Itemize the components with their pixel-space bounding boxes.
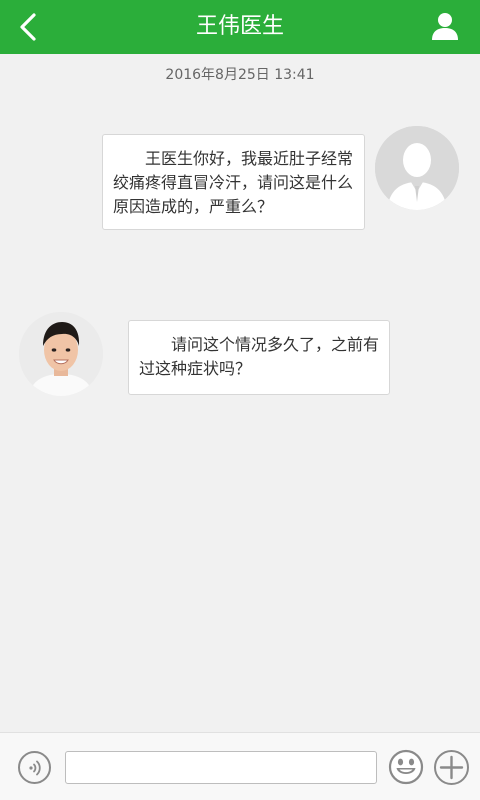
profile-button[interactable] (428, 8, 462, 44)
my-avatar[interactable] (375, 126, 459, 210)
message-bubble-incoming[interactable]: 请问这个情况多久了，之前有过这种症状吗？ (128, 320, 390, 395)
message-timestamp: 2016年8月25日 13:41 (165, 67, 315, 83)
chat-screen: 王伟医生 2016年8月25日 13:41 王医生你好，我最近肚子经常绞痛疼得直… (0, 0, 480, 800)
page-title: 王伟医生 (195, 14, 284, 39)
voice-icon (28, 760, 41, 775)
message-input[interactable] (65, 751, 377, 784)
emoji-icon[interactable] (388, 749, 424, 785)
default-user-avatar-icon (375, 126, 459, 210)
plus-button[interactable] (434, 750, 469, 785)
app-header: 王伟医生 (0, 0, 480, 54)
message-bubble-outgoing[interactable]: 王医生你好，我最近肚子经常绞痛疼得直冒冷汗，请问这是什么原因造成的，严重么？ (102, 134, 365, 230)
message-input-bar (0, 732, 480, 800)
voice-button[interactable] (18, 751, 51, 784)
doctor-avatar[interactable] (19, 312, 103, 396)
plus-icon (439, 755, 464, 780)
user-icon (432, 13, 458, 40)
doctor-photo-icon (19, 312, 103, 396)
